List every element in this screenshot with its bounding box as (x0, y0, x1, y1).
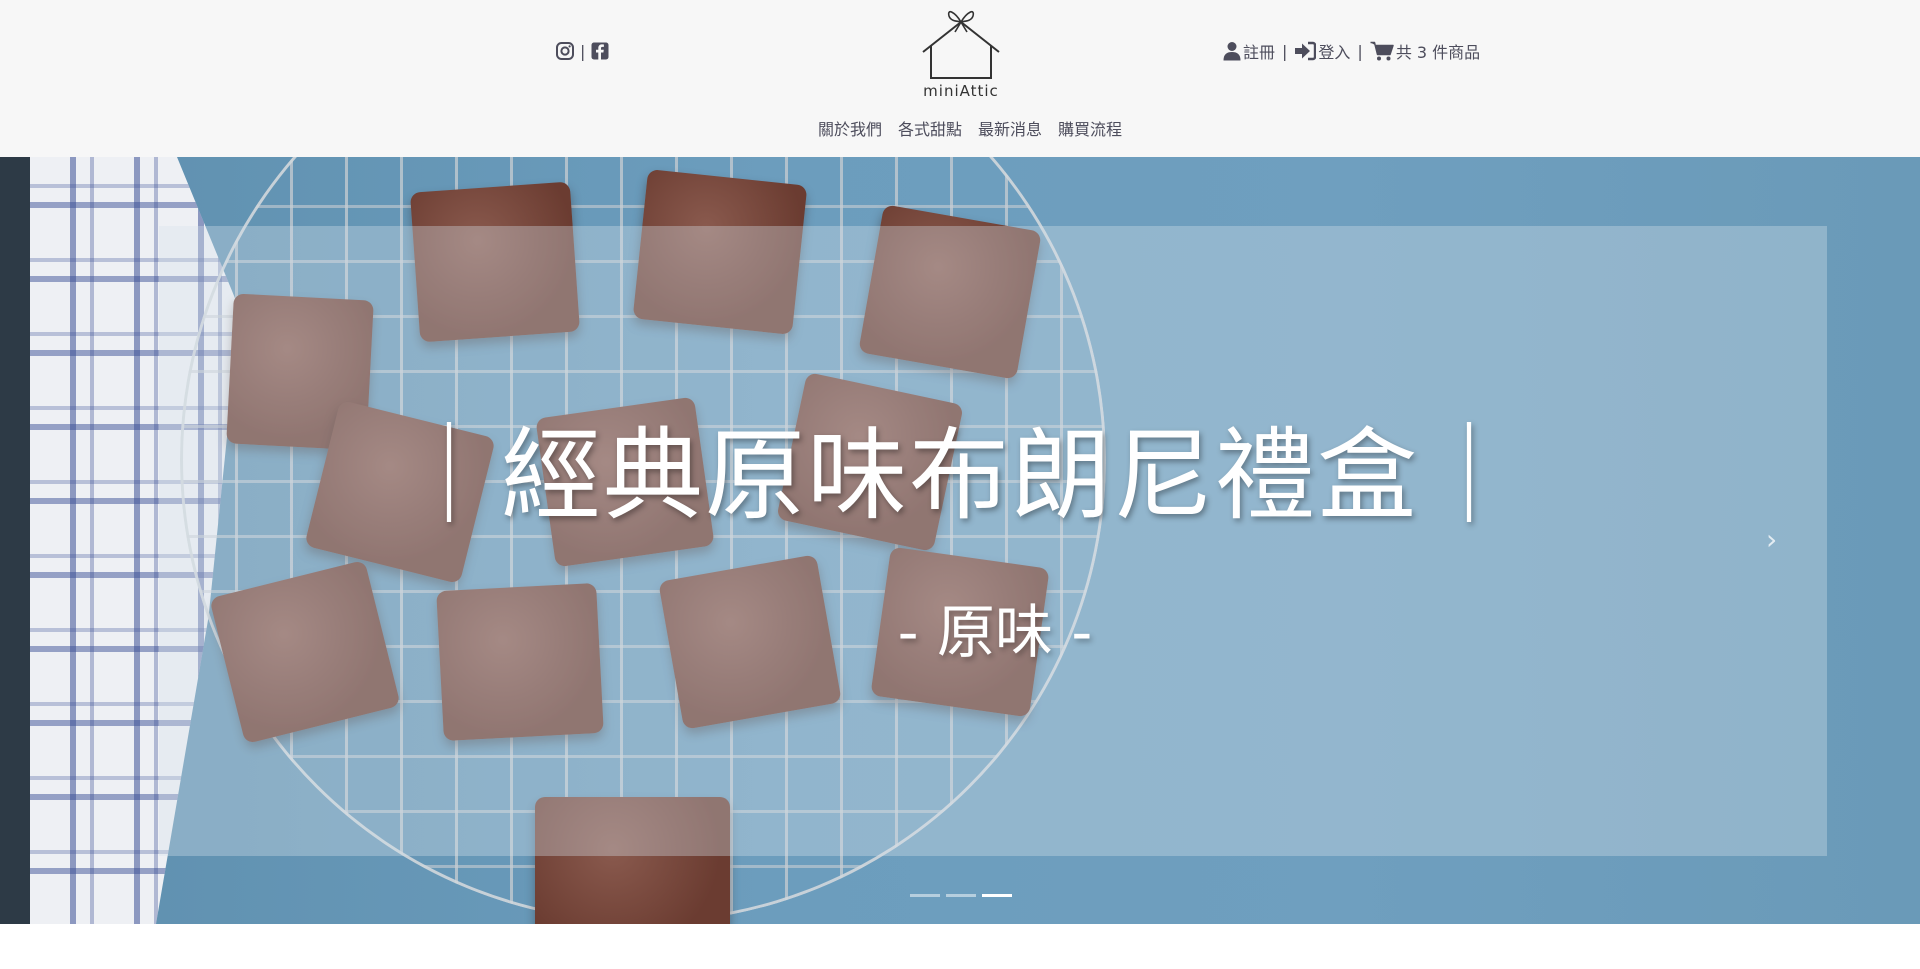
cart-link[interactable]: 共 3 件商品 (1370, 39, 1480, 63)
social-links: | (555, 40, 610, 62)
user-icon (1223, 42, 1241, 61)
carousel-indicator[interactable] (910, 894, 940, 897)
register-link[interactable]: 註冊 (1223, 39, 1275, 63)
nav-item-desserts[interactable]: 各式甜點 (898, 116, 962, 140)
site-logo[interactable]: miniAttic (915, 2, 1007, 100)
nav-item-news[interactable]: 最新消息 (978, 116, 1042, 140)
carousel-next-button[interactable]: › (1766, 525, 1790, 555)
cart-label: 共 3 件商品 (1395, 43, 1481, 62)
facebook-icon[interactable] (590, 41, 610, 61)
site-header: | miniAttic 註冊 | 登入 | 共 3 件商品 關於我們 各式甜點 … (0, 0, 1920, 157)
social-separator: | (580, 41, 586, 61)
carousel-indicator-active[interactable] (982, 894, 1012, 897)
register-label: 註冊 (1243, 43, 1276, 62)
instagram-icon[interactable] (555, 41, 575, 61)
carousel-indicator[interactable] (946, 894, 976, 897)
account-separator: | (1357, 41, 1363, 61)
brand-name: miniAttic (923, 82, 999, 100)
hero-carousel: ｜經典原味布朗尼禮盒｜ - 原味 - › (0, 157, 1920, 924)
hero-title: ｜經典原味布朗尼禮盒｜ (399, 417, 1521, 534)
nav-item-purchase-process[interactable]: 購買流程 (1058, 116, 1122, 140)
account-links: 註冊 | 登入 | 共 3 件商品 (1223, 39, 1480, 63)
hero-edge-decoration (0, 157, 30, 924)
nav-item-about[interactable]: 關於我們 (818, 116, 882, 140)
hero-subtitle: - 原味 - (897, 598, 1093, 666)
carousel-indicators (910, 894, 1012, 897)
main-nav: 關於我們 各式甜點 最新消息 購買流程 (0, 116, 1920, 140)
house-logo-icon (922, 10, 1000, 79)
account-separator: | (1282, 41, 1288, 61)
shopping-cart-icon (1370, 41, 1394, 61)
login-link[interactable]: 登入 (1294, 39, 1350, 63)
hero-caption-panel (159, 226, 1827, 856)
login-label: 登入 (1318, 43, 1351, 62)
sign-in-icon (1295, 41, 1317, 61)
